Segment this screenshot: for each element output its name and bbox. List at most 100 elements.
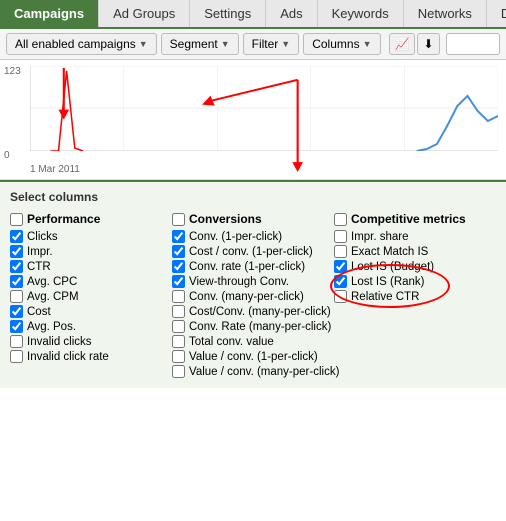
- invalid-click-rate-label: Invalid click rate: [27, 351, 109, 363]
- cost-conv-1per-checkbox[interactable]: [172, 245, 185, 258]
- value-conv-1per-label: Value / conv. (1-per-click): [189, 351, 318, 363]
- impr-share-checkbox[interactable]: [334, 230, 347, 243]
- col-view-through: View-through Conv.: [172, 275, 334, 288]
- competitive-header-checkbox[interactable]: [334, 213, 347, 226]
- competitive-header: Competitive metrics: [334, 212, 496, 226]
- conv-1per-checkbox[interactable]: [172, 230, 185, 243]
- value-conv-1per-checkbox[interactable]: [172, 350, 185, 363]
- col-impr-share: Impr. share: [334, 230, 496, 243]
- chart-area: 123 0 1 Mar 2011: [0, 60, 506, 180]
- performance-label: Performance: [27, 212, 100, 226]
- impr-share-label: Impr. share: [351, 231, 409, 243]
- download-button[interactable]: ⬇: [417, 33, 439, 55]
- segment-label: Segment: [170, 37, 218, 51]
- col-cost-conv-many: Cost/Conv. (many-per-click): [172, 305, 334, 318]
- tab-ad-groups[interactable]: Ad Groups: [99, 0, 190, 27]
- tab-ads[interactable]: Ads: [266, 0, 317, 27]
- chart-icon-button[interactable]: 📈: [389, 33, 416, 55]
- ctr-label: CTR: [27, 261, 51, 273]
- columns-label: Columns: [312, 37, 359, 51]
- ctr-checkbox[interactable]: [10, 260, 23, 273]
- col-avg-cpc: Avg. CPC: [10, 275, 172, 288]
- cost-checkbox[interactable]: [10, 305, 23, 318]
- relative-ctr-checkbox[interactable]: [334, 290, 347, 303]
- avg-cpm-label: Avg. CPM: [27, 291, 79, 303]
- columns-grid: Performance Clicks Impr. CTR Avg. CPC Av…: [10, 212, 496, 380]
- col-total-conv-value: Total conv. value: [172, 335, 334, 348]
- competitive-group: Competitive metrics Impr. share Exact Ma…: [334, 212, 496, 380]
- col-conv-many: Conv. (many-per-click): [172, 290, 334, 303]
- conversions-header: Conversions: [172, 212, 334, 226]
- impr-label: Impr.: [27, 246, 53, 258]
- chevron-down-icon: ▼: [139, 39, 148, 49]
- col-relative-ctr: Relative CTR: [334, 290, 496, 303]
- avg-cpm-checkbox[interactable]: [10, 290, 23, 303]
- cost-conv-many-checkbox[interactable]: [172, 305, 185, 318]
- lost-is-rank-checkbox[interactable]: [334, 275, 347, 288]
- avg-pos-checkbox[interactable]: [10, 320, 23, 333]
- conversions-header-checkbox[interactable]: [172, 213, 185, 226]
- view-through-checkbox[interactable]: [172, 275, 185, 288]
- value-conv-many-checkbox[interactable]: [172, 365, 185, 378]
- performance-header-checkbox[interactable]: [10, 213, 23, 226]
- impr-checkbox[interactable]: [10, 245, 23, 258]
- columns-button[interactable]: Columns ▼: [303, 33, 380, 55]
- competitive-label: Competitive metrics: [351, 212, 466, 226]
- segment-button[interactable]: Segment ▼: [161, 33, 239, 55]
- col-avg-pos: Avg. Pos.: [10, 320, 172, 333]
- cost-conv-many-label: Cost/Conv. (many-per-click): [189, 306, 331, 318]
- exact-match-is-checkbox[interactable]: [334, 245, 347, 258]
- value-conv-many-label: Value / conv. (many-per-click): [189, 366, 339, 378]
- search-input-area[interactable]: [446, 33, 500, 55]
- clicks-checkbox[interactable]: [10, 230, 23, 243]
- total-conv-value-label: Total conv. value: [189, 336, 274, 348]
- conv-many-checkbox[interactable]: [172, 290, 185, 303]
- cost-conv-1per-label: Cost / conv. (1-per-click): [189, 246, 313, 258]
- col-lost-is-rank: Lost IS (Rank): [334, 275, 496, 288]
- col-conv-rate-1per: Conv. rate (1-per-click): [172, 260, 334, 273]
- exact-match-is-label: Exact Match IS: [351, 246, 428, 258]
- tab-keywords[interactable]: Keywords: [318, 0, 404, 27]
- chart-x-label: 1 Mar 2011: [30, 164, 80, 175]
- col-cost: Cost: [10, 305, 172, 318]
- invalid-clicks-label: Invalid clicks: [27, 336, 92, 348]
- chevron-down-icon: ▼: [281, 39, 290, 49]
- chart-y-min: 0: [4, 150, 10, 161]
- chevron-down-icon: ▼: [221, 39, 230, 49]
- col-value-conv-many: Value / conv. (many-per-click): [172, 365, 334, 378]
- lost-is-budget-label: Lost IS (Budget): [351, 261, 434, 273]
- col-exact-match-is: Exact Match IS: [334, 245, 496, 258]
- col-invalid-clicks: Invalid clicks: [10, 335, 172, 348]
- chevron-down-icon: ▼: [363, 39, 372, 49]
- lost-is-budget-checkbox[interactable]: [334, 260, 347, 273]
- tab-campaigns[interactable]: Campaigns: [0, 0, 99, 27]
- filter-label: All enabled campaigns: [15, 37, 136, 51]
- conv-rate-many-checkbox[interactable]: [172, 320, 185, 333]
- avg-pos-label: Avg. Pos.: [27, 321, 76, 333]
- cost-label: Cost: [27, 306, 51, 318]
- filter-btn-label: Filter: [252, 37, 279, 51]
- tab-settings[interactable]: Settings: [190, 0, 266, 27]
- col-invalid-click-rate: Invalid click rate: [10, 350, 172, 363]
- tab-networks[interactable]: Networks: [404, 0, 487, 27]
- col-conv-rate-many: Conv. Rate (many-per-click): [172, 320, 334, 333]
- tab-di[interactable]: Di: [487, 0, 506, 27]
- avg-cpc-checkbox[interactable]: [10, 275, 23, 288]
- invalid-click-rate-checkbox[interactable]: [10, 350, 23, 363]
- col-impr: Impr.: [10, 245, 172, 258]
- all-campaigns-filter[interactable]: All enabled campaigns ▼: [6, 33, 157, 55]
- col-avg-cpm: Avg. CPM: [10, 290, 172, 303]
- invalid-clicks-checkbox[interactable]: [10, 335, 23, 348]
- col-lost-is-budget: Lost IS (Budget): [334, 260, 496, 273]
- col-cost-conv-1per: Cost / conv. (1-per-click): [172, 245, 334, 258]
- select-columns-title: Select columns: [10, 190, 496, 204]
- total-conv-value-checkbox[interactable]: [172, 335, 185, 348]
- conv-rate-1per-checkbox[interactable]: [172, 260, 185, 273]
- col-ctr: CTR: [10, 260, 172, 273]
- col-value-conv-1per: Value / conv. (1-per-click): [172, 350, 334, 363]
- filter-button[interactable]: Filter ▼: [243, 33, 300, 55]
- view-through-label: View-through Conv.: [189, 276, 289, 288]
- col-clicks: Clicks: [10, 230, 172, 243]
- chart-svg: [30, 66, 498, 151]
- conversions-label: Conversions: [189, 212, 262, 226]
